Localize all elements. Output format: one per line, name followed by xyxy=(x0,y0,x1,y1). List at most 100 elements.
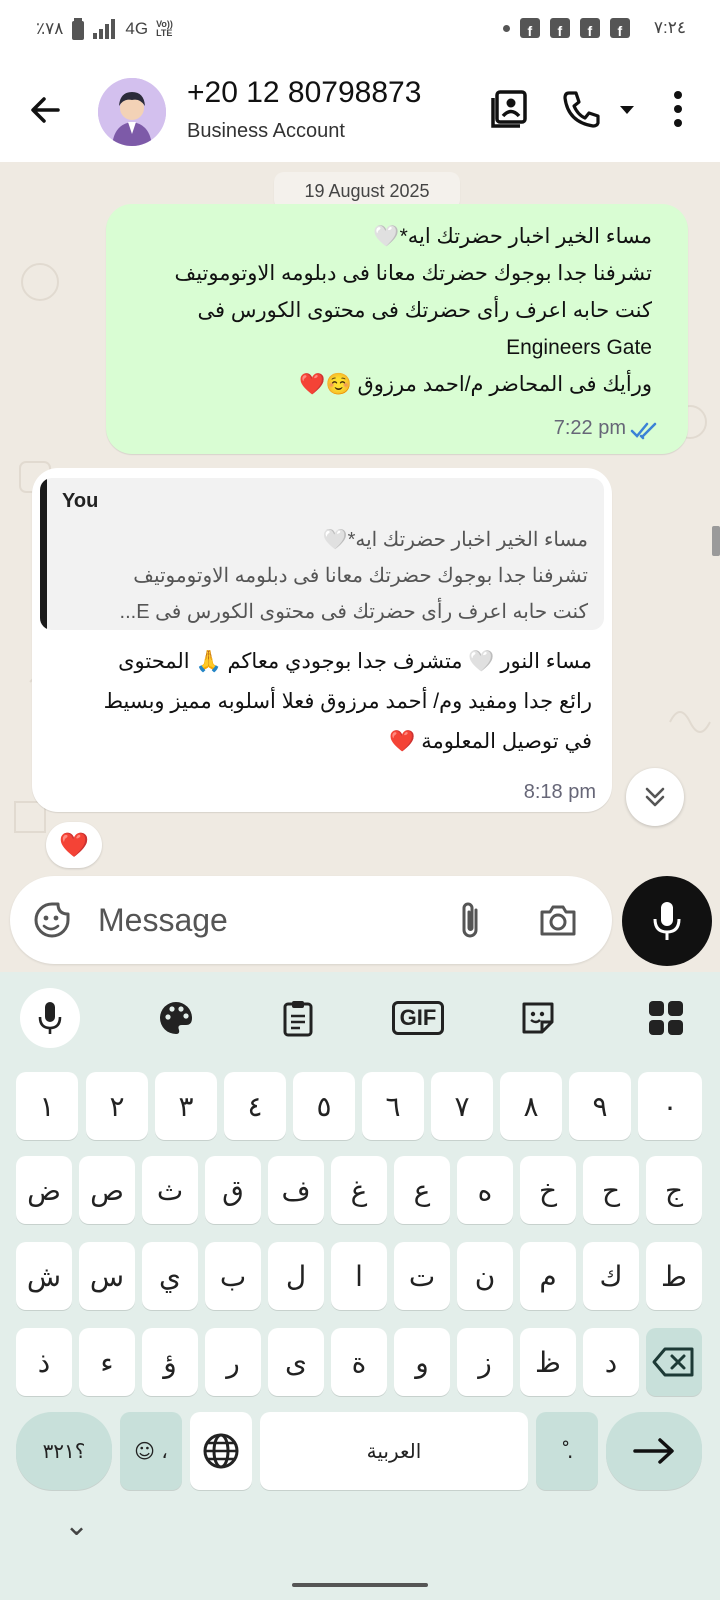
emoji-key[interactable]: ☺ ، xyxy=(120,1412,182,1490)
camera-icon[interactable] xyxy=(538,902,578,938)
letter-key[interactable]: ز xyxy=(457,1328,513,1396)
keyboard-theme-button[interactable] xyxy=(146,988,206,1048)
letter-key[interactable]: ق xyxy=(205,1156,261,1224)
clipboard-icon xyxy=(283,1001,313,1037)
catalog-icon[interactable] xyxy=(488,88,530,130)
signal-icon xyxy=(93,19,116,39)
message-input[interactable] xyxy=(98,902,438,938)
facebook-notification-icon: f xyxy=(609,18,630,38)
voice-record-button[interactable] xyxy=(622,876,712,966)
backspace-key[interactable] xyxy=(646,1328,702,1396)
message-line: ورأيك فى المحاضر م/احمد مرزوق ☺️❤️ xyxy=(299,373,652,396)
letter-key[interactable]: ء xyxy=(79,1328,135,1396)
key-3[interactable]: ٣ xyxy=(155,1072,217,1140)
letter-key[interactable]: ى xyxy=(268,1328,324,1396)
scroll-to-bottom-button[interactable] xyxy=(626,768,684,826)
key-4[interactable]: ٤ xyxy=(224,1072,286,1140)
palette-icon xyxy=(160,1002,192,1034)
outgoing-message-text: مساء الخير اخبار حضرتك ايه*🤍 تشرفنا جدا … xyxy=(174,218,652,403)
outgoing-message-bubble[interactable]: مساء الخير اخبار حضرتك ايه*🤍 تشرفنا جدا … xyxy=(106,204,688,454)
chat-area[interactable]: 19 August 2025 مساء الخير اخبار حضرتك اي… xyxy=(0,162,720,972)
read-double-check-icon xyxy=(630,422,657,440)
volte-badge: Vo)) LTE xyxy=(156,19,173,38)
clipboard-button[interactable] xyxy=(268,988,328,1048)
network-type: 4G xyxy=(125,19,149,38)
message-timestamp: 7:22 pm xyxy=(553,417,626,439)
letter-key[interactable]: ف xyxy=(268,1156,324,1224)
letter-key[interactable]: ه xyxy=(457,1156,513,1224)
gesture-navigation-bar[interactable] xyxy=(292,1583,428,1587)
apps-grid-button[interactable] xyxy=(636,988,696,1048)
letter-key[interactable]: خ xyxy=(520,1156,576,1224)
letter-key[interactable]: ث xyxy=(142,1156,198,1224)
quoted-text: مساء الخير اخبار حضرتك ايه*🤍 تشرفنا جدا … xyxy=(120,522,588,630)
letter-key[interactable]: ر xyxy=(205,1328,261,1396)
letter-key[interactable]: س xyxy=(79,1242,135,1310)
key-7[interactable]: ٧ xyxy=(431,1072,493,1140)
back-arrow-icon[interactable] xyxy=(24,88,68,132)
reaction-emoji: ❤️ xyxy=(59,831,89,859)
letter-key[interactable]: ن xyxy=(457,1242,513,1310)
globe-icon xyxy=(203,1433,239,1469)
sticker-icon xyxy=(522,1002,554,1034)
letter-key[interactable]: و xyxy=(394,1328,450,1396)
key-1[interactable]: ١ xyxy=(16,1072,78,1140)
scrollbar-thumb[interactable] xyxy=(712,526,720,556)
key-5[interactable]: ٥ xyxy=(293,1072,355,1140)
key-8[interactable]: ٨ xyxy=(500,1072,562,1140)
message-input-bar[interactable] xyxy=(10,876,612,964)
letter-key[interactable]: غ xyxy=(331,1156,387,1224)
message-line: كنت حابه اعرف رأى حضرتك فى محتوى الكورس … xyxy=(197,299,652,322)
letter-key[interactable]: ل xyxy=(268,1242,324,1310)
sticker-button[interactable] xyxy=(508,988,568,1048)
microphone-icon xyxy=(38,1002,62,1034)
gif-button[interactable]: GIF xyxy=(388,988,448,1048)
heart-reaction[interactable]: ❤️ xyxy=(46,822,102,868)
key-6[interactable]: ٦ xyxy=(362,1072,424,1140)
avatar[interactable] xyxy=(98,78,166,146)
key-9[interactable]: ٩ xyxy=(569,1072,631,1140)
keyboard-voice-button[interactable] xyxy=(20,988,80,1048)
letter-key[interactable]: ع xyxy=(394,1156,450,1224)
enter-arrow-icon xyxy=(633,1438,674,1464)
quote-author: You xyxy=(62,490,99,512)
letter-key[interactable]: ت xyxy=(394,1242,450,1310)
letter-key[interactable]: ظ xyxy=(520,1328,576,1396)
language-switch-key[interactable] xyxy=(190,1412,252,1490)
quote-line: مساء الخير اخبار حضرتك ايه*🤍 xyxy=(322,529,588,551)
letter-key[interactable]: ض xyxy=(16,1156,72,1224)
symbols-key[interactable]: ؟٣٢١ xyxy=(16,1412,112,1490)
letter-key[interactable]: ب xyxy=(205,1242,261,1310)
key-2[interactable]: ٢ xyxy=(86,1072,148,1140)
letter-key[interactable]: ا xyxy=(331,1242,387,1310)
key-0[interactable]: ٠ xyxy=(638,1072,702,1140)
phone-call-icon[interactable] xyxy=(560,88,602,130)
microphone-icon xyxy=(653,902,681,940)
incoming-message-bubble[interactable]: You مساء الخير اخبار حضرتك ايه*🤍 تشرفنا … xyxy=(32,468,612,812)
letter-key[interactable]: ك xyxy=(583,1242,639,1310)
letter-key[interactable]: ط xyxy=(646,1242,702,1310)
letter-key[interactable]: ي xyxy=(142,1242,198,1310)
quoted-reply[interactable]: You مساء الخير اخبار حضرتك ايه*🤍 تشرفنا … xyxy=(40,478,604,630)
more-options-icon[interactable] xyxy=(666,88,690,130)
letter-key[interactable]: ؤ xyxy=(142,1328,198,1396)
attach-paperclip-icon[interactable] xyxy=(456,900,486,942)
space-key[interactable]: العربية xyxy=(260,1412,528,1490)
enter-key[interactable] xyxy=(606,1412,702,1490)
letter-key[interactable]: ج xyxy=(646,1156,702,1224)
call-options-chevron-icon[interactable] xyxy=(618,104,636,116)
letter-key[interactable]: ة xyxy=(331,1328,387,1396)
status-bar: ٪٧٨ 4G Vo)) LTE f f f f ٧:٢٤ xyxy=(0,0,720,60)
letter-key[interactable]: ح xyxy=(583,1156,639,1224)
message-line: مساء الخير اخبار حضرتك ايه*🤍 xyxy=(373,225,652,248)
hide-keyboard-button[interactable]: ⌄ xyxy=(64,1508,89,1543)
letter-key[interactable]: ص xyxy=(79,1156,135,1224)
letter-key[interactable]: م xyxy=(520,1242,576,1310)
contact-name[interactable]: +20 12 80798873 xyxy=(187,76,421,110)
diacritics-key[interactable]: ْ . xyxy=(536,1412,598,1490)
letter-key[interactable]: د xyxy=(583,1328,639,1396)
message-timestamp: 8:18 pm xyxy=(523,781,596,803)
letter-key[interactable]: ذ xyxy=(16,1328,72,1396)
letter-key[interactable]: ش xyxy=(16,1242,72,1310)
sticker-icon[interactable] xyxy=(32,900,72,940)
